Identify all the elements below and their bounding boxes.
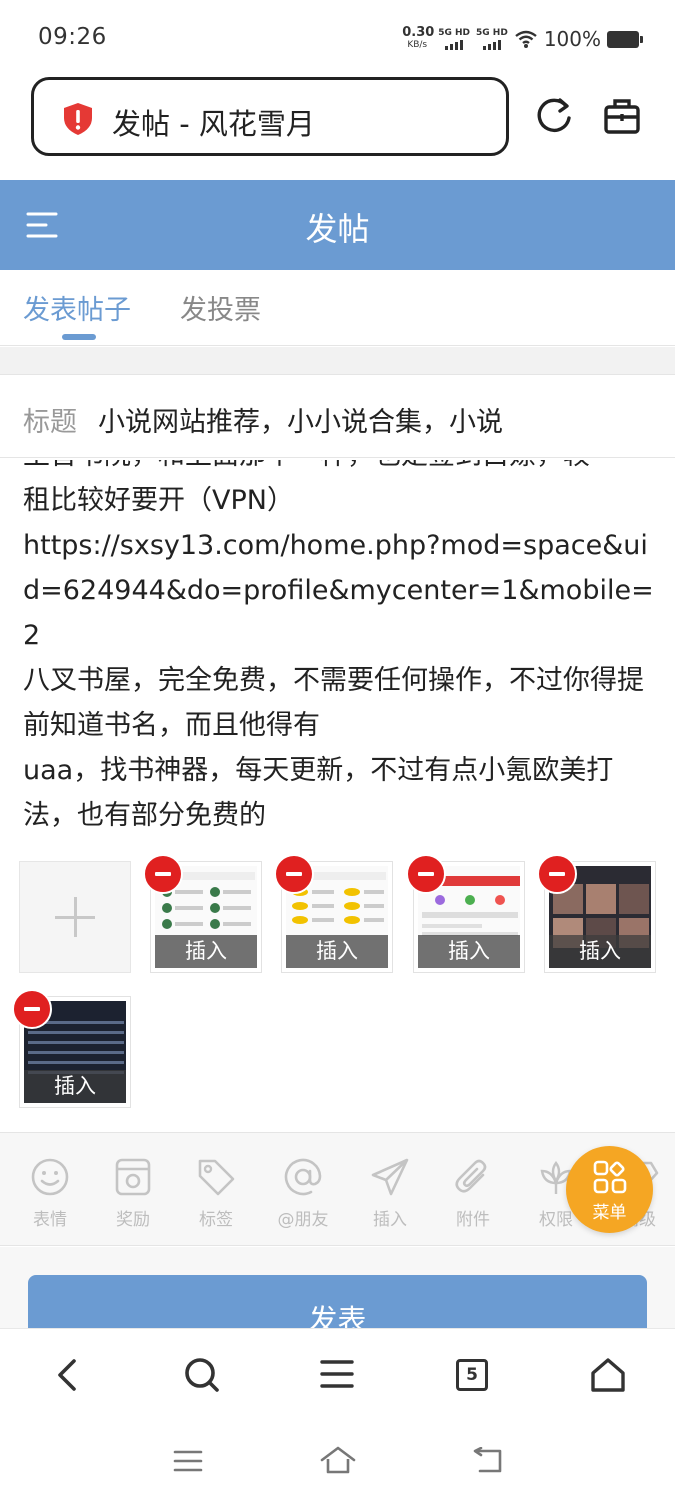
battery-percent: 100% [543,27,601,51]
insert-button[interactable]: 插入 [286,935,388,968]
toolbar-attachment[interactable]: 附件 [432,1157,514,1230]
tab-vote[interactable]: 发投票 [180,288,261,327]
tab-post[interactable]: 发表帖子 [23,288,131,327]
toolbar-insert[interactable]: 插入 [349,1157,431,1230]
net-speed-unit: KB/s [407,40,428,50]
remove-image-button[interactable] [274,854,314,894]
active-tab-indicator [62,334,96,340]
status-indicators: 0.30 KB/s 5G HD 5G HD 100% [402,24,643,54]
insert-button[interactable]: 插入 [24,1070,126,1103]
browser-bottom-nav: 5 [0,1328,675,1423]
toolbar-label: 标签 [199,1210,233,1230]
url-bar[interactable]: 发帖 - 风花雪月 [31,77,509,156]
grid-menu-icon [593,1160,627,1194]
back-icon[interactable] [54,1357,80,1393]
toolbar-mention[interactable]: @朋友 [262,1157,344,1230]
insert-button[interactable]: 插入 [549,935,651,968]
add-image-button[interactable] [19,861,131,973]
at-icon [284,1158,322,1196]
search-icon[interactable] [184,1357,220,1393]
system-home-icon[interactable] [320,1445,356,1475]
menu-fab-label: 菜单 [592,1203,627,1223]
recents-icon[interactable] [173,1449,203,1473]
toolbar-emoji[interactable]: 表情 [9,1157,91,1230]
system-back-icon[interactable] [470,1447,504,1475]
home-icon[interactable] [590,1357,626,1393]
content-line: 租比较好要开（VPN） [23,485,294,516]
toolbar-tag[interactable]: 标签 [175,1157,257,1230]
status-time: 09:26 [38,24,107,50]
signal-1-label: 5G HD [438,27,471,38]
content-editor[interactable]: 王晋书院，和上面那个一样，也是签到白嫖，较 租比较好要开（VPN） https:… [0,460,675,838]
content-line: 王晋书院，和上面那个一样，也是签到白嫖，较 [23,460,658,478]
toolbar-reward[interactable]: 奖励 [92,1157,174,1230]
net-speed-value: 0.30 [402,25,435,40]
battery-icon [607,30,643,48]
menu-fab[interactable]: 菜单 [566,1146,653,1233]
reload-icon[interactable] [536,96,574,136]
content-line: uaa，找书神器，每天更新，不过有点小氪欧美打法，也有部分免费的 [23,755,614,831]
remove-image-button[interactable] [143,854,183,894]
status-bar: 09:26 0.30 KB/s 5G HD 5G HD 100% [0,0,675,74]
net-speed: 0.30 KB/s [402,25,435,51]
content-line: https://sxsy13.com/home.php?mod=space&ui… [23,530,654,651]
shield-alert-icon[interactable] [62,102,94,136]
insert-button[interactable]: 插入 [155,935,257,968]
toolbox-icon[interactable] [603,96,641,136]
tabs-count-button[interactable]: 5 [456,1359,488,1391]
title-label: 标题 [23,407,77,438]
system-nav [0,1423,675,1500]
publish-area: 发表 [0,1247,675,1345]
toolbar-label: 插入 [373,1210,407,1230]
signal-2-icon: 5G HD [476,27,508,50]
image-attachments: 插入 插入 插入 插入 插入 [0,840,675,1130]
content-text[interactable]: 王晋书院，和上面那个一样，也是签到白嫖，较 租比较好要开（VPN） https:… [23,460,658,838]
remove-image-button[interactable] [12,989,52,1029]
wifi-icon [515,30,537,48]
menu-icon[interactable] [320,1357,354,1391]
section-divider [0,347,675,375]
signal-1-icon: 5G HD [438,27,471,50]
toolbar-label: 附件 [456,1210,490,1230]
content-line: 八叉书屋，完全免费，不需要任何操作，不过你得提前知道书名，而且他得有 [23,665,644,741]
page-title: 发帖 [305,210,370,248]
toolbar-label: 表情 [33,1210,67,1230]
post-type-tabs: 发表帖子 发投票 [0,270,675,346]
signal-2-label: 5G HD [476,27,508,38]
app-header: 发帖 [0,180,675,270]
tag-icon [198,1159,235,1196]
title-input[interactable]: 小说网站推荐，小小说合集，小说 [98,400,503,439]
paperclip-icon [455,1159,487,1193]
send-icon [371,1158,409,1196]
insert-button[interactable]: 插入 [418,935,520,968]
remove-image-button[interactable] [537,854,577,894]
remove-image-button[interactable] [406,854,446,894]
toolbar-label: 奖励 [116,1210,150,1230]
reward-icon [115,1158,151,1196]
url-title[interactable]: 发帖 - 风花雪月 [112,101,315,143]
smiley-icon [31,1158,69,1196]
toolbar-label: @朋友 [277,1210,329,1230]
title-field[interactable]: 标题 小说网站推荐，小小说合集，小说 [0,376,675,458]
